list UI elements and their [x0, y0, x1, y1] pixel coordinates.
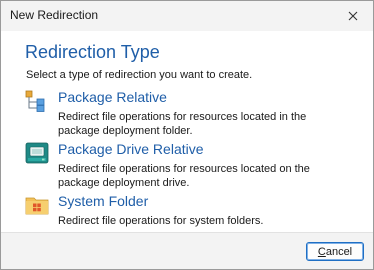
cancel-label-rest: ancel [325, 245, 353, 258]
option-title[interactable]: System Folder [58, 193, 148, 209]
option-system-folder[interactable]: System Folder Redirect file operations f… [25, 193, 355, 237]
option-description: Redirect file operations for resources l… [58, 163, 310, 189]
window-title: New Redirection [10, 8, 99, 22]
option-package-relative[interactable]: Package Relative Redirect file operation… [25, 89, 355, 137]
package-tree-icon [25, 90, 45, 112]
close-button[interactable] [333, 1, 373, 31]
system-folder-icon [25, 197, 49, 215]
option-description: Redirect file operations for resources l… [58, 111, 307, 137]
dialog-content: Redirection Type Select a type of redire… [1, 31, 373, 232]
title-bar: New Redirection [1, 1, 373, 31]
drive-icon [25, 142, 49, 164]
close-icon [348, 11, 358, 21]
option-title[interactable]: Package Relative [58, 89, 167, 105]
dialog-footer: Cancel [1, 232, 373, 269]
option-title[interactable]: Package Drive Relative [58, 141, 204, 157]
cancel-mnemonic: C [317, 245, 326, 258]
new-redirection-dialog: New Redirection Redirection Type Select … [0, 0, 374, 270]
option-description: Redirect file operations for system fold… [58, 215, 264, 227]
page-title: Redirection Type [25, 42, 160, 62]
page-subtitle: Select a type of redirection you want to… [26, 69, 253, 81]
cancel-button[interactable]: Cancel [306, 242, 364, 261]
option-package-drive-relative[interactable]: Package Drive Relative Redirect file ope… [25, 141, 355, 189]
